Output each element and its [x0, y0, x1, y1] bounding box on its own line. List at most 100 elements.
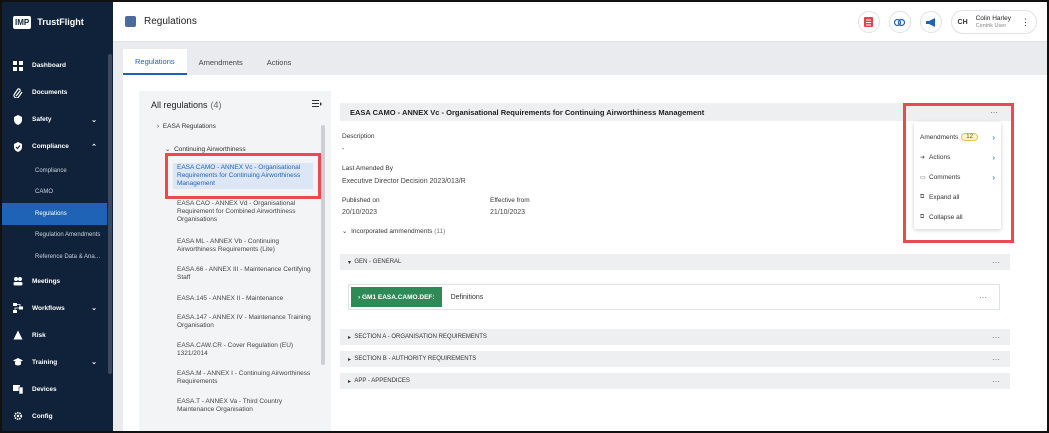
sidebar-item-devices[interactable]: Devices	[2, 376, 107, 403]
incorporated-count: (11)	[434, 228, 446, 235]
annotation-highlight-menu	[903, 103, 1014, 243]
tab-bar: Regulations Amendments Actions	[123, 49, 303, 75]
tree-leaf[interactable]: EASA.M - ANNEX I - Continuing Airworthin…	[177, 370, 315, 386]
document-list-icon	[864, 17, 874, 27]
tab-actions[interactable]: Actions	[255, 49, 304, 75]
brand-logo[interactable]: IMP TrustFlight	[2, 2, 113, 42]
tree-node-label: EASA Regulations	[162, 123, 216, 130]
chevron-down-icon: ⌄	[342, 228, 348, 235]
people-icon	[13, 277, 23, 286]
shield-check-icon	[14, 141, 22, 152]
section-label: APP - APPENDICES	[354, 378, 410, 384]
more-vertical-icon[interactable]: ⋮	[1021, 17, 1030, 28]
regulations-tree-panel: All regulations (4) › EASA Regulations ⌄…	[139, 91, 331, 431]
avatar: CH	[953, 13, 972, 31]
tree-leaf[interactable]: EASA ML - ANNEX Vb - Continuing Airworth…	[177, 238, 315, 254]
sidebar-item-dashboard[interactable]: Dashboard	[2, 52, 107, 79]
dashboard-icon	[13, 60, 23, 71]
chevron-down-icon[interactable]: ⌄	[91, 304, 97, 312]
top-bar: Regulations CH Colin Harley Centrik User…	[113, 2, 1047, 42]
top-actions: CH Colin Harley Centrik User ⋮	[857, 10, 1037, 34]
section-app[interactable]: ▸ APP - APPENDICES ···	[340, 373, 1010, 389]
sidebar-sub-reference-data[interactable]: Reference Data & Ana…	[2, 246, 107, 268]
section-gen[interactable]: ▾ GEN - GENERAL ···	[340, 254, 1010, 270]
chevron-down-icon[interactable]: ⌄	[91, 358, 97, 366]
tree-leaf[interactable]: EASA.147 - ANNEX IV - Maintenance Traini…	[177, 314, 315, 330]
filter-list-icon[interactable]	[312, 100, 322, 108]
sidebar-sub-camo[interactable]: CAMO	[2, 182, 107, 204]
tree-node-label: Continuing Airworthiness	[174, 146, 246, 153]
sidebar-nav: Dashboard Documents Safety ⌄ Compliance …	[2, 52, 107, 430]
sidebar-sub-regulations[interactable]: Regulations	[2, 203, 107, 225]
sidebar-item-meetings[interactable]: Meetings	[2, 268, 107, 295]
tree-node-easa[interactable]: › EASA Regulations	[157, 123, 216, 130]
user-menu[interactable]: CH Colin Harley Centrik User ⋮	[950, 10, 1037, 34]
tree-node-continuing-airworthiness[interactable]: ⌄ Continuing Airworthiness	[165, 145, 246, 153]
sidebar-item-training[interactable]: Training ⌄	[2, 349, 107, 376]
sidebar-item-label: Safety	[32, 116, 52, 123]
paperclip-icon	[13, 87, 23, 98]
incorporated-amendments-toggle[interactable]: ⌄ Incorporated ammendments (11)	[342, 227, 445, 235]
section-label: SECTION A - ORGANISATION REQUIREMENTS	[354, 334, 487, 340]
more-horizontal-icon[interactable]: ···	[992, 377, 1000, 386]
section-label: SECTION B - AUTHORITY REQUIREMENTS	[354, 356, 477, 362]
tree-leaf[interactable]: EASA CAO - ANNEX Vd - Organisational Req…	[177, 200, 315, 224]
effective-value: 21/10/2023	[490, 209, 526, 216]
tree-leaf[interactable]: EASA.CAW.CR - Cover Regulation (EU) 1321…	[177, 342, 315, 358]
mortarboard-icon	[13, 358, 23, 366]
section-b[interactable]: ▸ SECTION B - AUTHORITY REQUIREMENTS ···	[340, 351, 1010, 367]
sidebar-item-config[interactable]: Config	[2, 403, 107, 430]
sidebar-sub-regulation-amendments[interactable]: Regulation Amendments	[2, 225, 107, 247]
tree-leaf[interactable]: EASA.T - ANNEX Va - Third Country Mainte…	[177, 398, 315, 414]
document-list-button[interactable]	[857, 11, 880, 33]
published-label: Published on	[342, 197, 380, 204]
sidebar-item-label: Config	[32, 412, 53, 420]
app-window: IMP TrustFlight Dashboard Documents Safe…	[0, 0, 1049, 433]
caret-right-icon: ▸	[348, 356, 352, 363]
last-amended-value: Executive Director Decision 2023/013/R	[342, 178, 466, 185]
sidebar-item-safety[interactable]: Safety ⌄	[2, 106, 107, 133]
section-a[interactable]: ▸ SECTION A - ORGANISATION REQUIREMENTS …	[340, 329, 1010, 345]
description-value: -	[342, 146, 345, 153]
tab-regulations[interactable]: Regulations	[123, 49, 187, 75]
sidebar-item-label: Dashboard	[32, 62, 66, 69]
link-icon	[894, 18, 906, 26]
published-value: 20/10/2023	[342, 209, 378, 216]
user-name: Colin Harley	[975, 14, 1011, 22]
imp-logo: IMP	[13, 15, 32, 29]
chevron-right-icon[interactable]: ›	[157, 123, 159, 130]
more-horizontal-icon[interactable]: ···	[992, 333, 1000, 342]
gm-tag[interactable]: › GM1 EASA.CAMO.DEF:	[351, 287, 442, 307]
link-button[interactable]	[888, 11, 911, 33]
sidebar-scrollbar[interactable]	[108, 54, 112, 374]
chevron-up-icon[interactable]: ⌃	[91, 143, 97, 151]
chevron-down-icon[interactable]: ⌄	[91, 116, 97, 124]
effective-label: Effective from	[490, 197, 530, 204]
shield-icon	[14, 114, 22, 125]
brand-name: TrustFlight	[37, 17, 84, 27]
sidebar-item-label: Training	[32, 358, 58, 366]
gm-card[interactable]: › GM1 EASA.CAMO.DEF: Definitions ···	[348, 284, 1000, 310]
more-horizontal-icon[interactable]: ···	[992, 355, 1000, 364]
tab-amendments[interactable]: Amendments	[187, 49, 255, 75]
tree-scrollbar[interactable]	[321, 125, 325, 365]
gm-definition: Definitions	[450, 293, 484, 301]
tree-leaf[interactable]: EASA.66 - ANNEX III - Maintenance Certif…	[177, 266, 315, 282]
sidebar-item-workflows[interactable]: Workflows ⌄	[2, 295, 107, 322]
more-horizontal-icon[interactable]: ···	[979, 293, 987, 302]
announcement-button[interactable]	[919, 11, 942, 33]
sidebar-item-compliance[interactable]: Compliance ⌃	[2, 133, 107, 160]
sidebar-sub-compliance[interactable]: Compliance	[2, 160, 107, 182]
sidebar: IMP TrustFlight Dashboard Documents Safe…	[2, 2, 113, 431]
tree-leaf[interactable]: EASA.145 - ANNEX II - Maintenance	[177, 295, 315, 303]
sidebar-item-documents[interactable]: Documents	[2, 79, 107, 106]
more-horizontal-icon[interactable]: ···	[992, 258, 1000, 267]
user-role: Centrik User	[975, 23, 1007, 30]
chevron-down-icon[interactable]: ⌄	[165, 146, 170, 153]
sidebar-item-label: Compliance	[32, 143, 69, 150]
caret-right-icon: ▸	[348, 334, 352, 341]
gm-tag-label: GM1 EASA.CAMO.DEF:	[361, 293, 435, 301]
sidebar-item-risk[interactable]: Risk	[2, 322, 107, 349]
regulations-icon	[125, 16, 136, 27]
gear-icon	[13, 411, 23, 421]
